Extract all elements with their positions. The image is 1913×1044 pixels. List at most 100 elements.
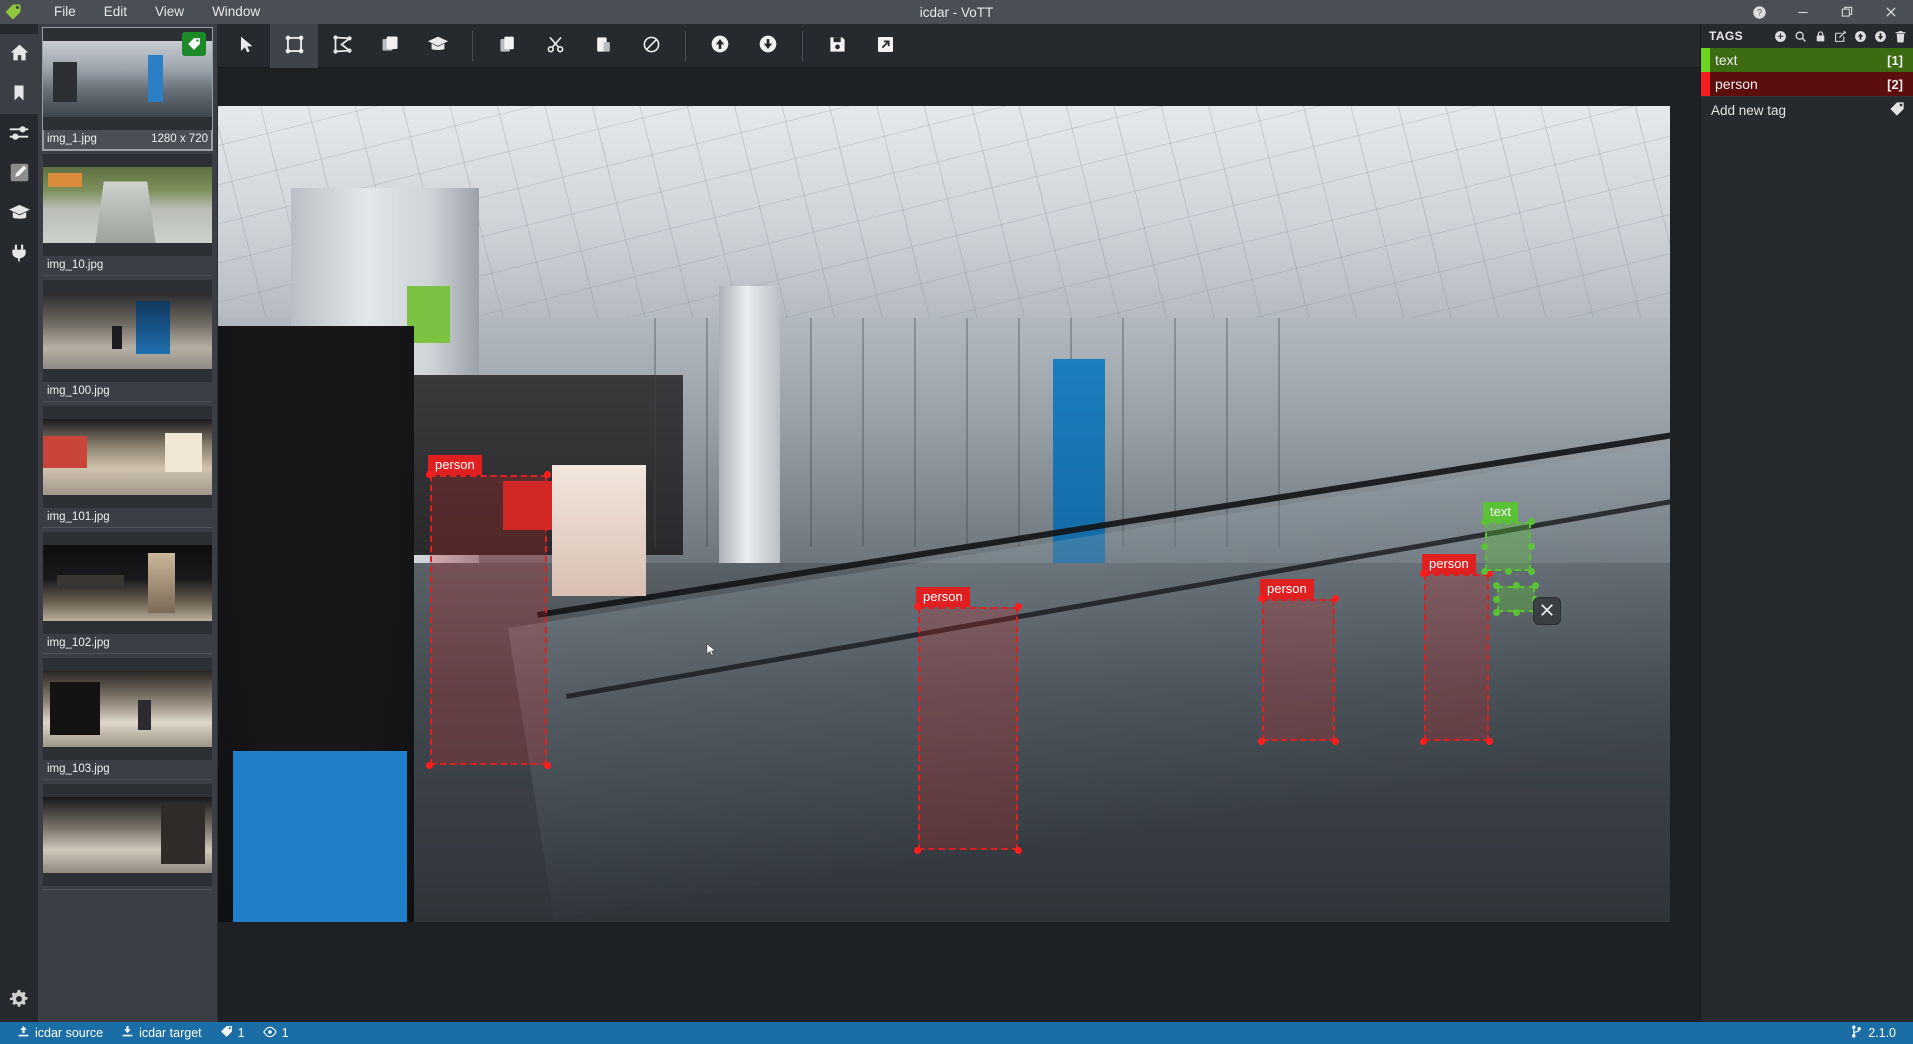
eye-icon: [262, 1025, 277, 1042]
move-tag-up-button[interactable]: [1854, 30, 1867, 43]
left-navigation-bar: [0, 24, 38, 1022]
move-tag-down-button[interactable]: [1874, 30, 1887, 43]
sidebar-item-connections[interactable]: [0, 74, 38, 114]
search-tag-button[interactable]: [1794, 30, 1807, 43]
home-icon: [9, 42, 30, 66]
next-asset-button[interactable]: [744, 24, 792, 68]
save-project-button[interactable]: [813, 24, 861, 68]
menu-item-window[interactable]: Window: [198, 1, 274, 23]
scissors-icon: [546, 35, 565, 57]
bookmark-icon: [10, 83, 28, 106]
tag-item-text[interactable]: text [1]: [1701, 48, 1913, 72]
git-branch-icon: [1850, 1025, 1863, 1041]
lock-tag-button[interactable]: [1814, 30, 1827, 43]
minimize-button[interactable]: [1781, 0, 1825, 24]
restore-button[interactable]: [1825, 0, 1869, 24]
asset-sidebar[interactable]: img_1.jpg 1280 x 720 img_10.jpg img_100.…: [38, 24, 218, 1022]
add-new-tag-label: Add new tag: [1711, 103, 1787, 118]
copy-rectangle-icon: [380, 34, 400, 57]
asset-thumbnail-image: [43, 545, 212, 621]
canvas-area[interactable]: person person person person text: [218, 68, 1700, 1022]
add-tag-button[interactable]: [1774, 30, 1787, 43]
sidebar-item-export[interactable]: [0, 234, 38, 274]
status-version[interactable]: 2.1.0: [1841, 1022, 1905, 1044]
status-target-connection[interactable]: icdar target: [112, 1022, 211, 1044]
asset-item-img_10[interactable]: img_10.jpg: [43, 154, 212, 276]
editor-toolbar: [218, 23, 1700, 68]
draw-rectangle-tool-button[interactable]: [270, 23, 318, 68]
copy-icon: [498, 35, 517, 57]
asset-canvas[interactable]: person person person person text: [218, 106, 1670, 922]
image-poster-menu: [551, 465, 647, 596]
rectangle-icon: [284, 34, 305, 58]
previous-asset-button[interactable]: [696, 24, 744, 68]
status-version-area: 2.1.0: [1841, 1022, 1905, 1044]
export-arrow-icon: [876, 35, 895, 57]
asset-item-img_102[interactable]: img_102.jpg: [43, 532, 212, 654]
status-visited-count-label: 1: [281, 1026, 289, 1040]
app-logo-tag-icon: [0, 0, 26, 24]
tag-icon: [1889, 101, 1905, 120]
asset-dimensions: 1280 x 720: [151, 133, 208, 145]
delete-region-button[interactable]: [1533, 597, 1561, 625]
sidebar-item-home[interactable]: [0, 34, 38, 74]
copy-regions-button[interactable]: [483, 24, 531, 68]
menu-item-file[interactable]: File: [40, 1, 90, 23]
clear-regions-button[interactable]: [627, 24, 675, 68]
menu-bar: File Edit View Window: [40, 1, 274, 23]
vott-application-window: File Edit View Window icdar - VoTT ? img…: [0, 0, 1913, 1044]
paste-icon: [594, 35, 613, 57]
tags-panel-title: TAGS: [1709, 29, 1744, 43]
asset-thumbnail-image: [43, 419, 212, 495]
tag-hotkey-count: [2]: [1887, 76, 1903, 92]
asset-item-img_100[interactable]: img_100.jpg: [43, 280, 212, 402]
asset-item-img_1[interactable]: img_1.jpg 1280 x 720: [42, 27, 213, 151]
tag-item-person[interactable]: person [2]: [1701, 72, 1913, 96]
application-body: img_1.jpg 1280 x 720 img_10.jpg img_100.…: [0, 23, 1913, 1022]
asset-item-img_103[interactable]: img_103.jpg: [43, 658, 212, 780]
sliders-icon: [8, 122, 30, 147]
upload-icon: [17, 1025, 30, 1041]
asset-list: img_1.jpg 1280 x 720 img_10.jpg img_100.…: [38, 24, 217, 1022]
image-column-secondary: [718, 285, 780, 596]
cut-regions-button[interactable]: [531, 24, 579, 68]
asset-image: [218, 106, 1670, 922]
copy-rectangle-tool-button[interactable]: [366, 24, 414, 68]
asset-item-next[interactable]: [43, 784, 212, 890]
tag-color-swatch: [1701, 48, 1710, 72]
sidebar-item-tag-editor[interactable]: [0, 154, 38, 194]
status-tag-count[interactable]: 1: [211, 1022, 254, 1044]
add-new-tag-row[interactable]: Add new tag: [1701, 96, 1913, 124]
train-tool-button[interactable]: [414, 24, 462, 68]
status-version-label: 2.1.0: [1868, 1026, 1896, 1040]
window-controls: ?: [1737, 0, 1913, 24]
close-x-icon: [1538, 601, 1556, 622]
delete-tag-button[interactable]: [1894, 30, 1907, 43]
menu-item-view[interactable]: View: [141, 1, 198, 23]
menu-item-edit[interactable]: Edit: [90, 1, 141, 23]
asset-thumbnail: [43, 154, 212, 256]
paste-regions-button[interactable]: [579, 24, 627, 68]
svg-text:?: ?: [1757, 7, 1762, 17]
select-tool-button[interactable]: [222, 24, 270, 68]
draw-polygon-tool-button[interactable]: [318, 24, 366, 68]
sidebar-item-project-settings[interactable]: [0, 114, 38, 154]
asset-thumbnail: [43, 784, 212, 886]
sidebar-item-app-settings[interactable]: [0, 978, 38, 1022]
arrow-down-circle-icon: [758, 34, 778, 57]
close-button[interactable]: [1869, 0, 1913, 24]
toolbar-separator: [472, 30, 473, 61]
arrow-up-circle-icon: [710, 34, 730, 57]
tags-panel: TAGS text [1] person [2] Add new tag: [1700, 24, 1913, 1022]
edit-tag-button[interactable]: [1834, 30, 1847, 43]
sidebar-item-train[interactable]: [0, 194, 38, 234]
export-project-button[interactable]: [861, 24, 909, 68]
status-source-connection[interactable]: icdar source: [8, 1022, 112, 1044]
asset-meta: img_101.jpg: [43, 508, 212, 524]
asset-item-img_101[interactable]: img_101.jpg: [43, 406, 212, 528]
help-button[interactable]: ?: [1737, 0, 1781, 24]
asset-tagged-badge: [182, 32, 206, 56]
asset-filename: img_100.jpg: [47, 385, 110, 397]
status-source-connection-label: icdar source: [35, 1026, 104, 1040]
status-visited-count[interactable]: 1: [254, 1022, 298, 1044]
